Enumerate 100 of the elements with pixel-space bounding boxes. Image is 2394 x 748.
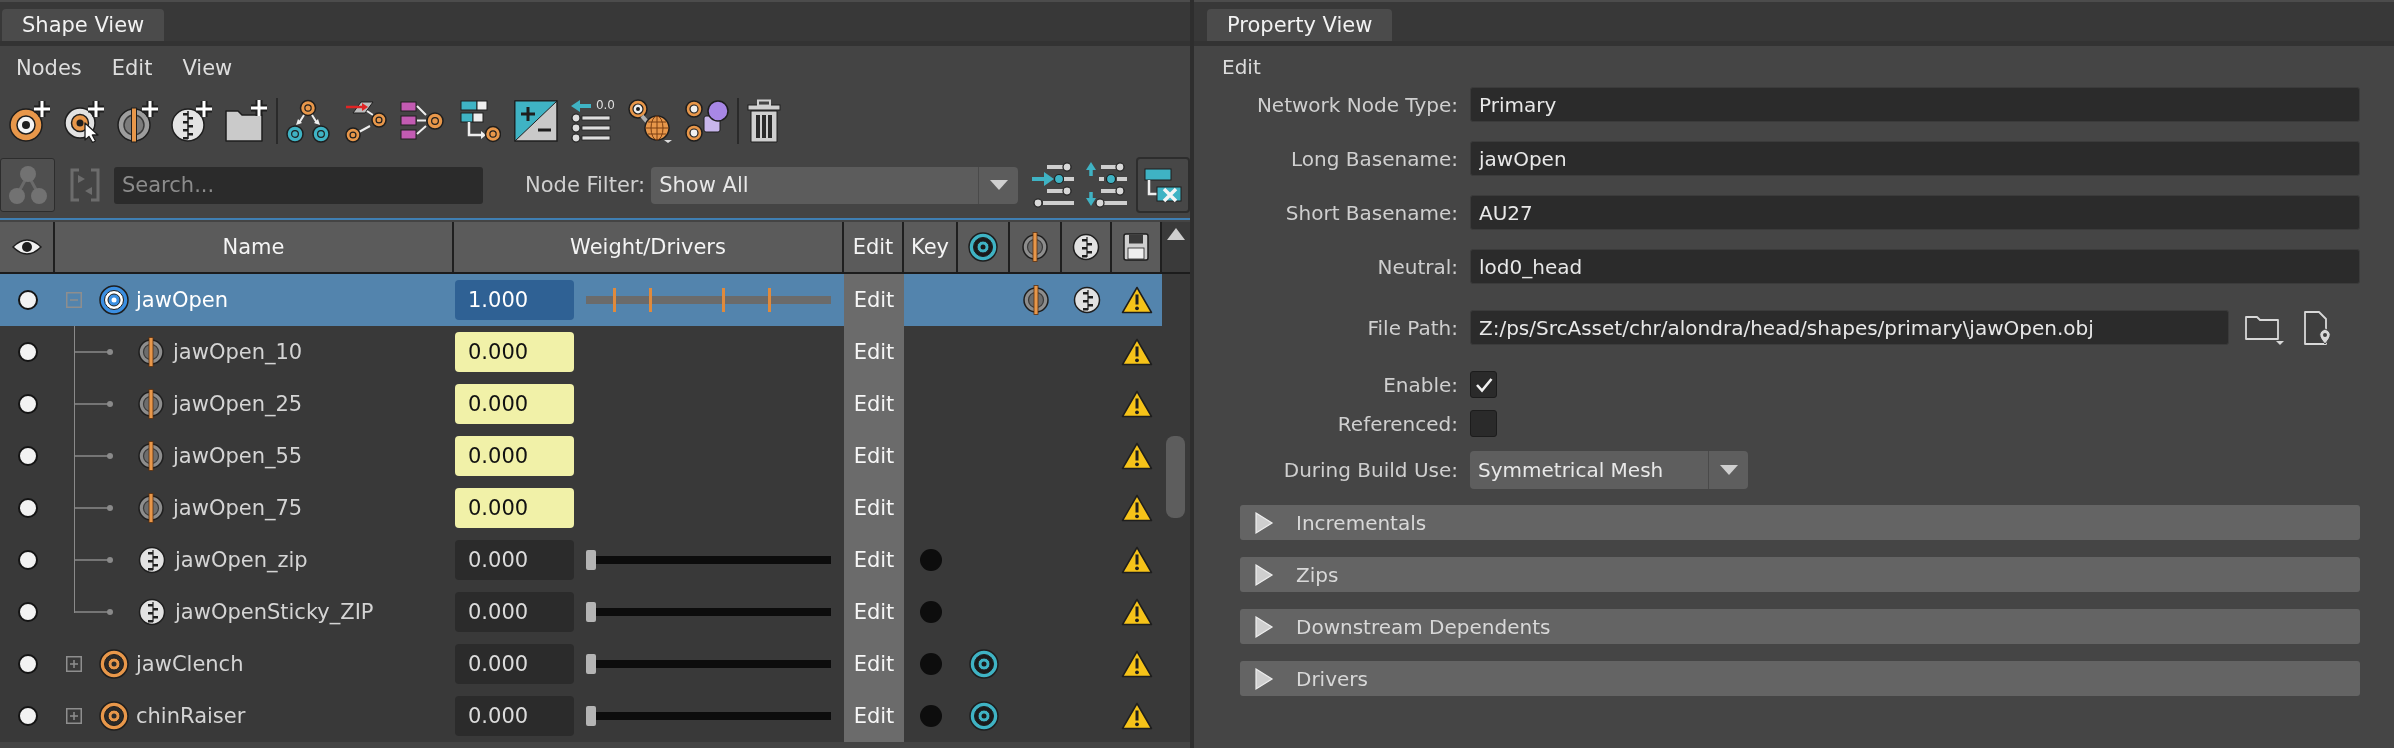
visibility-toggle[interactable]: [17, 498, 38, 518]
node-tree-icon[interactable]: [286, 99, 330, 143]
key-dot-icon[interactable]: [920, 549, 942, 571]
visibility-toggle[interactable]: [17, 550, 38, 570]
edit-button[interactable]: Edit: [844, 274, 904, 326]
edit-button[interactable]: Edit: [844, 690, 904, 742]
shape-row[interactable]: jawOpen_25 0.000 Edit: [0, 378, 1162, 430]
expand-toggle[interactable]: [66, 656, 82, 672]
sliders-updown-icon[interactable]: [1085, 162, 1129, 208]
weight-field[interactable]: 0.000: [455, 696, 574, 736]
shape-row[interactable]: jawOpenSticky_ZIP 0.000 Edit: [0, 586, 1162, 638]
text-field[interactable]: jawOpen: [1470, 141, 2360, 176]
file-path-field[interactable]: Z:/ps/SrcAsset/chr/alondra/head/shapes/primary\jawOpen.obj: [1470, 310, 2229, 345]
menu-item[interactable]: View: [182, 56, 233, 80]
warning-icon[interactable]: [1121, 338, 1153, 366]
key-dot-icon[interactable]: [920, 705, 942, 727]
target-cursor-icon[interactable]: [62, 99, 106, 143]
shape-row[interactable]: chinRaiser 0.000 Edit: [0, 690, 1162, 742]
hierarchy-remove-button[interactable]: [1136, 157, 1190, 213]
section-header[interactable]: Zips: [1240, 557, 2360, 592]
warning-icon[interactable]: [1121, 598, 1153, 626]
key-dot-icon[interactable]: [920, 601, 942, 623]
panel-tab[interactable]: Shape View: [2, 9, 165, 41]
section-header[interactable]: Drivers: [1240, 661, 2360, 696]
section-header[interactable]: Incrementals: [1240, 505, 2360, 540]
key-dot-icon[interactable]: [920, 653, 942, 675]
weight-field[interactable]: 0.000: [455, 488, 574, 528]
globe-icon[interactable]: [628, 99, 672, 143]
expand-toggle[interactable]: [66, 708, 82, 724]
reset-values-button[interactable]: 0.0: [571, 99, 615, 143]
warning-icon[interactable]: [1121, 702, 1153, 730]
build-use-dropdown[interactable]: Symmetrical Mesh: [1470, 451, 1748, 489]
shape-row[interactable]: jawOpen_zip 0.000 Edit: [0, 534, 1162, 586]
edit-button[interactable]: Edit: [844, 638, 904, 690]
target-icon[interactable]: [968, 232, 998, 262]
target-icon[interactable]: [969, 649, 999, 679]
edit-button[interactable]: Edit: [844, 378, 904, 430]
merge-icon[interactable]: [400, 99, 444, 143]
scrollbar-thumb[interactable]: [1166, 436, 1185, 518]
weight-field[interactable]: 0.000: [455, 592, 574, 632]
slider-thumb[interactable]: [586, 706, 596, 726]
split-circle-icon[interactable]: [1022, 232, 1048, 262]
file-pin-icon[interactable]: [2303, 310, 2333, 345]
slider-thumb[interactable]: [586, 602, 596, 622]
visibility-toggle[interactable]: [17, 290, 38, 310]
warning-icon[interactable]: [1121, 286, 1153, 314]
visibility-toggle[interactable]: [17, 602, 38, 622]
section-header[interactable]: Downstream Dependents: [1240, 609, 2360, 644]
edit-button[interactable]: Edit: [844, 326, 904, 378]
sliders-arrow-icon[interactable]: [1032, 162, 1076, 208]
weight-field[interactable]: 0.000: [455, 332, 574, 372]
menu-item[interactable]: Nodes: [16, 56, 82, 80]
visibility-toggle[interactable]: [17, 706, 38, 726]
layers-icon[interactable]: [685, 99, 729, 143]
column-header[interactable]: Name: [55, 222, 454, 272]
text-field[interactable]: Primary: [1470, 87, 2360, 122]
visibility-toggle[interactable]: [17, 342, 38, 362]
visibility-toggle[interactable]: [17, 446, 38, 466]
zipper-circle-icon[interactable]: [1072, 233, 1100, 261]
slider-thumb[interactable]: [586, 550, 596, 570]
shape-row[interactable]: jawOpen_10 0.000 Edit: [0, 326, 1162, 378]
weight-field[interactable]: 0.000: [455, 436, 574, 476]
shape-row[interactable]: jawClench 0.000 Edit: [0, 638, 1162, 690]
warning-icon[interactable]: [1121, 442, 1153, 470]
zipper-circle-icon[interactable]: [1073, 286, 1101, 314]
zipper-circle-plus-icon[interactable]: [170, 99, 214, 143]
edit-button[interactable]: Edit: [844, 534, 904, 586]
weight-field[interactable]: 0.000: [455, 540, 574, 580]
target-icon[interactable]: [969, 701, 999, 731]
search-field[interactable]: Search...: [114, 166, 483, 204]
split-circle-plus-icon[interactable]: [116, 99, 160, 143]
node-connect-icon[interactable]: [343, 99, 387, 143]
weight-field[interactable]: 0.000: [455, 644, 574, 684]
eye-icon[interactable]: [11, 237, 42, 257]
hierarchy-icon[interactable]: [457, 99, 501, 143]
target-plus-icon[interactable]: [8, 99, 52, 143]
node-graph-button[interactable]: [0, 158, 55, 212]
menu-item[interactable]: Edit: [111, 56, 153, 80]
checkbox[interactable]: [1470, 371, 1497, 398]
weight-field[interactable]: 0.000: [455, 384, 574, 424]
warning-icon[interactable]: [1121, 546, 1153, 574]
warning-icon[interactable]: [1121, 494, 1153, 522]
column-header[interactable]: Weight/Drivers: [454, 222, 844, 272]
edit-button[interactable]: Edit: [844, 482, 904, 534]
checkbox[interactable]: [1470, 410, 1497, 437]
panel-tab[interactable]: Property View: [1207, 9, 1393, 41]
visibility-toggle[interactable]: [17, 654, 38, 674]
folder-plus-icon[interactable]: [224, 99, 268, 143]
text-field[interactable]: lod0_head: [1470, 249, 2360, 284]
column-header[interactable]: Edit: [844, 222, 904, 272]
edit-button[interactable]: Edit: [844, 430, 904, 482]
edit-button[interactable]: Edit: [844, 586, 904, 638]
shape-row[interactable]: jawOpen 1.000 Edit: [0, 274, 1162, 326]
warning-icon[interactable]: [1121, 390, 1153, 418]
expand-toggle[interactable]: [66, 292, 82, 308]
trash-icon[interactable]: [747, 99, 781, 143]
visibility-toggle[interactable]: [17, 394, 38, 414]
split-circle-icon[interactable]: [1023, 285, 1049, 315]
save-icon[interactable]: [1123, 233, 1149, 261]
text-field[interactable]: AU27: [1470, 195, 2360, 230]
